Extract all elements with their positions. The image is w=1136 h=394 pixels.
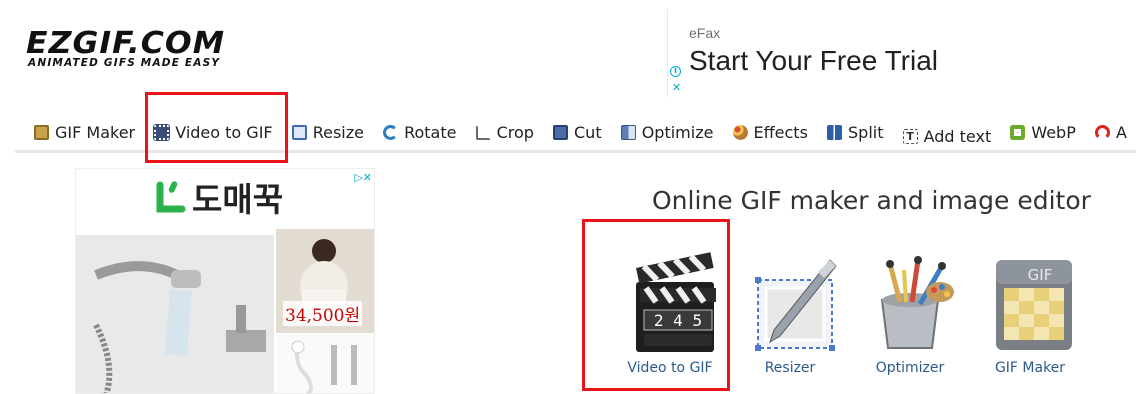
nav-optimize[interactable]: Optimize (620, 118, 714, 146)
gif-maker-icon (34, 124, 49, 140)
nav-effects[interactable]: Effects (732, 118, 808, 146)
gif-maker-icon: GIF (980, 252, 1080, 352)
nav-label: Add text (923, 126, 992, 146)
ezgif-page: EZGIF.COM ANIMATED GIFS MADE EASY eFax S… (0, 0, 1136, 394)
webp-icon (1010, 124, 1026, 140)
nav-label: GIF Maker (55, 122, 136, 142)
ad-close-icon[interactable]: ✕ (669, 80, 684, 95)
ad-price: 34,500원 (283, 301, 363, 326)
nav-label: Cut (574, 122, 602, 142)
rotate-icon (383, 124, 399, 140)
optimize-icon (620, 124, 636, 140)
nav-label: WebP (1031, 122, 1076, 142)
nav-divider (15, 150, 1136, 153)
ad-headline[interactable]: Start Your Free Trial (689, 45, 938, 77)
tool-gif-maker[interactable]: GIF GIF Maker (965, 252, 1095, 376)
nav-webp[interactable]: WebP (1010, 118, 1076, 146)
page-title: Online GIF maker and image editor (652, 186, 1091, 215)
site-logo[interactable]: EZGIF.COM ANIMATED GIFS MADE EASY (26, 26, 266, 72)
nav-gif-maker[interactable]: GIF Maker (34, 118, 135, 146)
crop-icon (475, 124, 491, 140)
optimizer-icon (860, 252, 960, 352)
tool-optimizer[interactable]: Optimizer (845, 252, 975, 376)
top-banner-ad[interactable]: eFax Start Your Free Trial i ✕ (667, 9, 1136, 97)
gif-badge: GIF (1028, 266, 1053, 284)
tool-resizer[interactable]: Resizer (725, 252, 855, 376)
nav-label: Effects (753, 122, 808, 142)
tool-label: GIF Maker (994, 360, 1066, 376)
split-icon (827, 124, 843, 140)
nav-crop[interactable]: Crop (475, 118, 534, 146)
clapper-digits: 2 4 5 (654, 311, 702, 330)
apng-icon (1094, 124, 1110, 140)
ad-brand: eFax (689, 25, 721, 41)
logo-tagline: ANIMATED GIFS MADE EASY (28, 57, 221, 69)
nav-label: Resize (312, 122, 364, 142)
clapperboard-icon: 2 4 5 (620, 252, 720, 352)
tool-video-to-gif[interactable]: 2 4 5 Video to GIF (605, 252, 735, 376)
cut-icon (553, 124, 568, 140)
nav-label: Rotate (404, 122, 457, 142)
nav-label: Split (848, 122, 884, 142)
palette-icon (732, 124, 748, 140)
nav-video-to-gif[interactable]: Video to GIF (153, 118, 273, 146)
nav-label: Crop (496, 122, 534, 142)
resizer-icon (740, 252, 840, 352)
tool-label: Optimizer (875, 360, 945, 376)
nav-label: Video to GIF (175, 122, 273, 142)
nav-add-text[interactable]: T Add text (902, 122, 992, 150)
ad-brand-mark-icon (152, 179, 186, 215)
logo-wordmark: EZGIF.COM (26, 26, 226, 61)
tool-nav: GIF Maker Video to GIF Resize Rotate Cro… (34, 118, 1136, 146)
nav-rotate[interactable]: Rotate (383, 118, 456, 146)
nav-apng[interactable]: A (1094, 118, 1127, 146)
nav-split[interactable]: Split (827, 118, 884, 146)
tool-label: Video to GIF (627, 360, 713, 376)
tool-label: Resizer (764, 360, 816, 376)
side-banner-ad[interactable]: 도매꾹 ▷✕ 34,500원 (75, 168, 375, 394)
ad-product-image (76, 235, 274, 393)
nav-resize[interactable]: Resize (291, 118, 364, 146)
ad-info-icon[interactable]: i (670, 66, 681, 77)
ad-product-image-3 (276, 335, 374, 393)
ad-brand-logo: 도매꾹 (152, 177, 283, 219)
text-icon: T (902, 128, 918, 144)
resize-icon (291, 124, 307, 140)
nav-label: A (1115, 122, 1127, 142)
nav-label: Optimize (641, 122, 714, 142)
adchoices-icon[interactable]: ▷✕ (354, 171, 372, 184)
film-icon (153, 123, 171, 141)
nav-cut[interactable]: Cut (553, 118, 602, 146)
ad-brand-name: 도매꾹 (192, 180, 284, 219)
